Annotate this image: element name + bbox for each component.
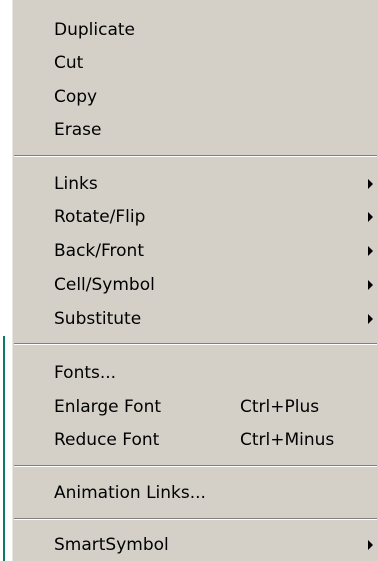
window-accent-strip xyxy=(3,336,5,561)
menu-item-label: Reduce Font xyxy=(54,430,160,450)
menu-item-label: Links xyxy=(54,174,98,194)
menu-item-label: Erase xyxy=(54,120,102,140)
screen: Duplicate Cut Copy Erase Links Rotate/Fl… xyxy=(0,0,378,561)
menu-item-rotate-flip[interactable]: Rotate/Flip xyxy=(12,200,378,234)
chevron-right-icon xyxy=(368,540,373,550)
menu-item-animation-links[interactable]: Animation Links... xyxy=(12,476,378,510)
chevron-right-icon xyxy=(368,212,373,222)
menu-separator xyxy=(14,518,377,520)
menu-item-reduce-font[interactable]: Reduce Font Ctrl+Minus xyxy=(12,423,378,457)
chevron-right-icon xyxy=(368,280,373,290)
menu-item-substitute[interactable]: Substitute xyxy=(12,302,378,336)
menu-item-duplicate[interactable]: Duplicate xyxy=(12,13,378,47)
menu-item-cell-symbol[interactable]: Cell/Symbol xyxy=(12,268,378,302)
menu-item-label: SmartSymbol xyxy=(54,535,169,555)
menu-item-back-front[interactable]: Back/Front xyxy=(12,234,378,268)
menu-item-label: Enlarge Font xyxy=(54,397,162,417)
menu-item-label: Cell/Symbol xyxy=(54,275,155,295)
menu-item-fonts[interactable]: Fonts... xyxy=(12,356,378,390)
menu-item-shortcut: Ctrl+Minus xyxy=(240,430,335,450)
menu-item-label: Duplicate xyxy=(54,20,135,40)
menu-separator xyxy=(14,155,377,157)
menu-separator xyxy=(14,465,377,467)
menu-item-erase[interactable]: Erase xyxy=(12,113,378,147)
menu-item-label: Substitute xyxy=(54,309,142,329)
context-menu: Duplicate Cut Copy Erase Links Rotate/Fl… xyxy=(11,0,378,561)
menu-separator xyxy=(14,343,377,345)
menu-item-label: Fonts... xyxy=(54,363,117,383)
chevron-right-icon xyxy=(368,314,373,324)
menu-item-links[interactable]: Links xyxy=(12,167,378,201)
chevron-right-icon xyxy=(368,246,373,256)
menu-item-shortcut: Ctrl+Plus xyxy=(240,397,320,417)
menu-item-label: Back/Front xyxy=(54,241,144,261)
menu-item-enlarge-font[interactable]: Enlarge Font Ctrl+Plus xyxy=(12,390,378,424)
menu-item-copy[interactable]: Copy xyxy=(12,80,378,114)
menu-item-label: Cut xyxy=(54,53,84,73)
menu-item-label: Rotate/Flip xyxy=(54,207,146,227)
menu-item-cut[interactable]: Cut xyxy=(12,46,378,80)
application-window-edge xyxy=(0,0,11,561)
menu-item-label: Copy xyxy=(54,87,98,107)
menu-item-smartsymbol[interactable]: SmartSymbol xyxy=(12,528,378,561)
menu-item-label: Animation Links... xyxy=(54,483,206,503)
chevron-right-icon xyxy=(368,179,373,189)
